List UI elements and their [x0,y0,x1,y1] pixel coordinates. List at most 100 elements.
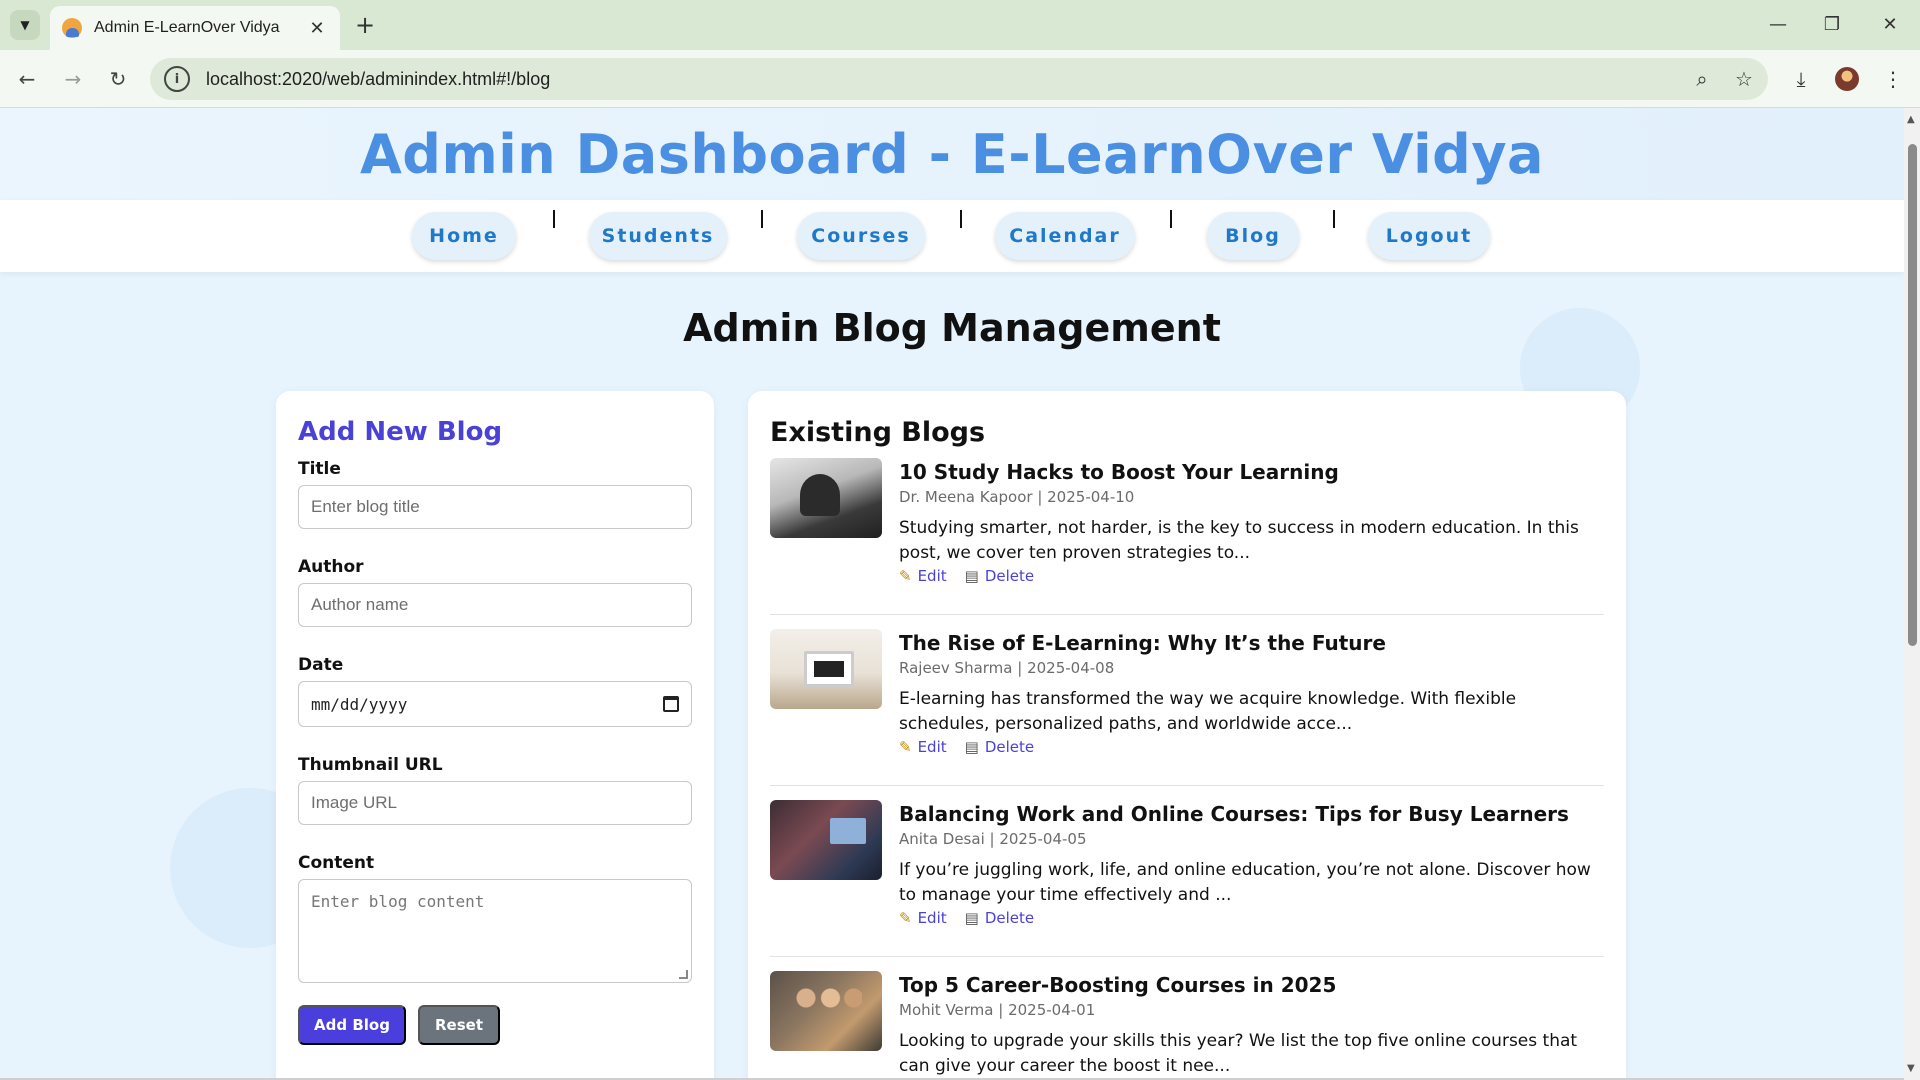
title-input[interactable]: Enter blog title [298,485,692,529]
author-input[interactable]: Author name [298,583,692,627]
form-title: Add New Blog [298,417,503,447]
close-window-icon[interactable]: ✕ [1870,8,1910,40]
page-title: Admin Blog Management [683,306,1221,350]
nav-separator [761,210,763,228]
nav-courses[interactable]: Courses [797,212,925,260]
blog-thumbnail-image [770,629,882,709]
thumbnail-placeholder: Image URL [311,793,397,812]
date-label: Date [298,655,344,675]
blog-excerpt: E-learning has transformed the way we ac… [899,689,1517,734]
resize-handle-icon[interactable] [679,970,688,979]
nav-logout[interactable]: Logout [1368,212,1490,260]
author-placeholder: Author name [311,595,409,614]
blog-list-item: The Rise of E-Learning: Why It’s the Fut… [770,629,1604,786]
pencil-icon: ✎ [899,738,912,756]
forward-arrow-icon[interactable]: → [56,62,90,96]
thumbnail-label: Thumbnail URL [298,755,443,775]
edit-label: Edit [917,738,947,756]
tab-title: Admin E-LearnOver Vidya [94,19,280,36]
browser-toolbar: ← → ↻ i localhost:2020/web/adminindex.ht… [0,50,1920,108]
blog-meta: Dr. Meena Kapoor | 2025-04-10 [899,488,1135,506]
blog-thumbnail-image [770,458,882,538]
page-viewport: Admin Dashboard - E-LearnOver Vidya Home… [0,108,1904,1080]
browser-tab-active[interactable]: Admin E-LearnOver Vidya ✕ [50,6,340,50]
profile-avatar[interactable] [1830,62,1864,96]
blog-title: Top 5 Career-Boosting Courses in 2025 [899,973,1337,997]
blog-list-item: Top 5 Career-Boosting Courses in 2025 Mo… [770,971,1604,1080]
chevron-down-icon: ▼ [20,18,30,32]
nav-separator [1333,210,1335,228]
edit-link[interactable]: ✎ Edit [899,567,947,585]
pencil-icon: ✎ [899,567,912,585]
trash-icon: ▤ [964,909,979,927]
browser-tab-bar: ▼ Admin E-LearnOver Vidya ✕ + — ❐ ✕ [0,0,1920,50]
date-input[interactable]: mm/dd/yyyy [298,681,692,727]
reset-button[interactable]: Reset [418,1005,500,1045]
blog-list-item: Balancing Work and Online Courses: Tips … [770,800,1604,957]
delete-label: Delete [984,567,1035,585]
delete-link[interactable]: ▤ Delete [965,909,1034,927]
nav-blog[interactable]: Blog [1207,212,1299,260]
scroll-up-arrow-icon[interactable]: ▲ [1907,114,1915,125]
scrollbar-thumb[interactable] [1908,144,1917,646]
delete-link[interactable]: ▤ Delete [965,738,1034,756]
delete-label: Delete [984,738,1035,756]
nav-calendar[interactable]: Calendar [995,212,1135,260]
back-arrow-icon[interactable]: ← [10,62,44,96]
title-label: Title [298,459,341,479]
calendar-icon[interactable] [663,696,679,712]
blog-meta: Anita Desai | 2025-04-05 [899,830,1087,848]
nav-home[interactable]: Home [412,212,516,260]
edit-link[interactable]: ✎ Edit [899,909,947,927]
thumbnail-url-input[interactable]: Image URL [298,781,692,825]
site-info-icon[interactable]: i [164,66,190,92]
nav-separator [960,210,962,228]
scroll-down-arrow-icon[interactable]: ▼ [1907,1063,1915,1074]
restore-icon[interactable]: ❐ [1812,8,1852,40]
page-scrollbar[interactable]: ▲ ▼ [1904,108,1920,1080]
reload-icon[interactable]: ↻ [101,62,135,96]
site-favicon-icon [62,18,82,38]
site-header: Admin Dashboard - E-LearnOver Vidya [0,108,1904,200]
url-text[interactable]: localhost:2020/web/adminindex.html#!/blo… [206,69,1684,90]
content-placeholder: Enter blog content [311,892,485,911]
delete-link[interactable]: ▤ Delete [965,567,1034,585]
blog-excerpt: If you’re juggling work, life, and onlin… [899,860,1591,905]
pencil-icon: ✎ [899,909,912,927]
address-bar[interactable]: i localhost:2020/web/adminindex.html#!/b… [150,58,1768,100]
edit-label: Edit [917,567,947,585]
form-buttons: Add Blog Reset [298,1005,692,1045]
blog-thumbnail-image [770,800,882,880]
blog-title: Balancing Work and Online Courses: Tips … [899,802,1569,826]
add-blog-form: Add New Blog Title Enter blog title Auth… [276,391,714,1080]
zoom-icon[interactable]: ⌕ [1684,61,1720,97]
blog-title: 10 Study Hacks to Boost Your Learning [899,460,1339,484]
nav-students[interactable]: Students [589,212,727,260]
menu-kebab-icon[interactable]: ⋮ [1876,62,1910,96]
delete-label: Delete [984,909,1035,927]
blog-excerpt: Looking to upgrade your skills this year… [899,1031,1578,1076]
minimize-icon[interactable]: — [1758,8,1798,40]
download-icon[interactable]: ⤓ [1784,62,1818,96]
nav-separator [1170,210,1172,228]
site-title: Admin Dashboard - E-LearnOver Vidya [360,122,1544,186]
edit-label: Edit [917,909,947,927]
new-tab-icon[interactable]: + [352,11,378,39]
blog-meta: Rajeev Sharma | 2025-04-08 [899,659,1115,677]
date-placeholder: mm/dd/yyyy [311,694,408,714]
blog-title: The Rise of E-Learning: Why It’s the Fut… [899,631,1386,655]
avatar-icon [1835,67,1859,91]
main-nav: Home Students Courses Calendar Blog Logo… [0,200,1904,272]
blog-excerpt: Studying smarter, not harder, is the key… [899,518,1579,563]
content-textarea[interactable]: Enter blog content [298,879,692,983]
add-blog-button[interactable]: Add Blog [298,1005,406,1045]
bookmark-star-icon[interactable]: ☆ [1726,61,1762,97]
close-tab-icon[interactable]: ✕ [306,17,328,39]
edit-link[interactable]: ✎ Edit [899,738,947,756]
content-label: Content [298,853,375,873]
existing-blogs-panel: Existing Blogs 10 Study Hacks to Boost Y… [748,391,1626,1080]
blog-thumbnail-image [770,971,882,1051]
tab-search-button[interactable]: ▼ [10,10,40,40]
author-label: Author [298,557,364,577]
nav-separator [553,210,555,228]
